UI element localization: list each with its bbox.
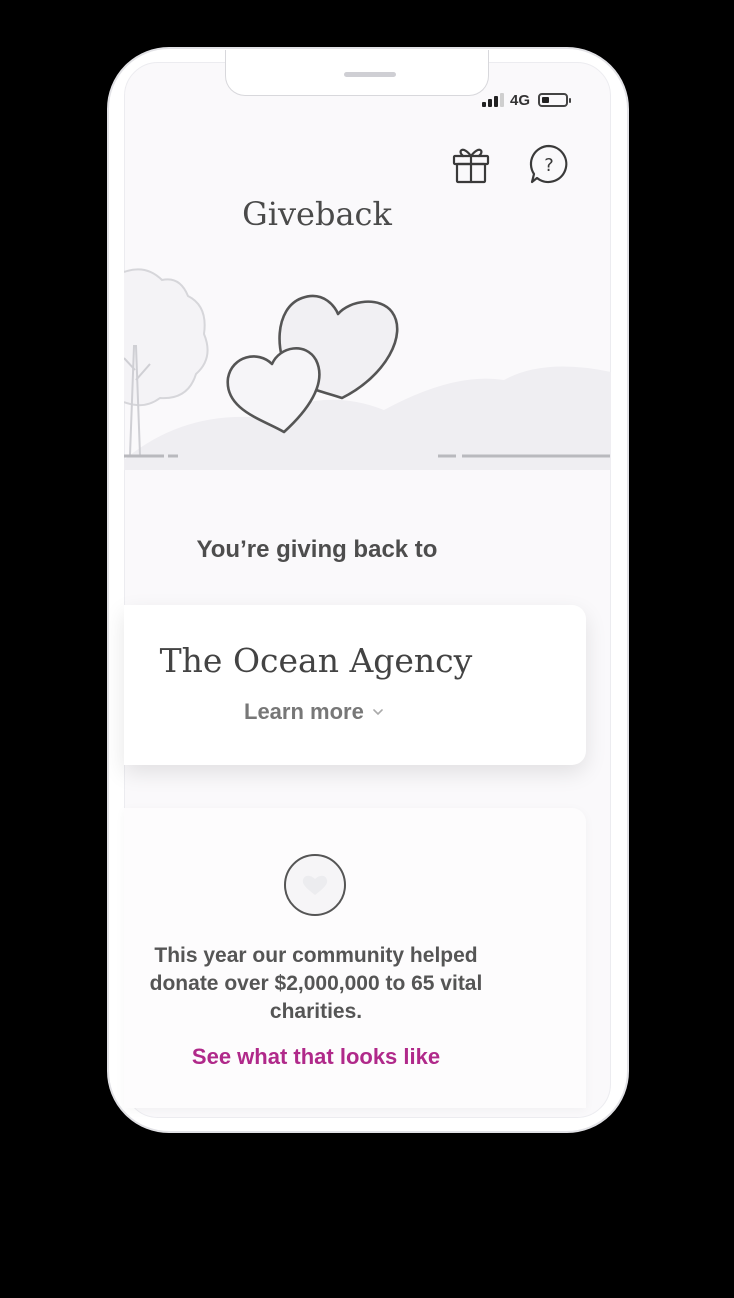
charity-card[interactable]: The Ocean Agency Learn more [124, 605, 586, 765]
heart-icon [284, 854, 346, 916]
phone-speaker [344, 72, 396, 77]
network-label: 4G [510, 91, 531, 109]
help-glyph: ? [544, 155, 554, 176]
charity-name: The Ocean Agency [159, 641, 473, 680]
learn-more-button[interactable]: Learn more [244, 699, 384, 725]
status-bar: 4G [482, 90, 592, 110]
page-title: Giveback [242, 195, 392, 233]
gift-icon[interactable] [450, 142, 492, 184]
tree-and-hearts-illustration [123, 260, 611, 470]
see-impact-link[interactable]: See what that looks like [124, 1044, 508, 1070]
impact-description: This year our community helped donate ov… [149, 944, 483, 1023]
giving-back-label: You’re giving back to [196, 536, 438, 563]
chevron-down-icon [373, 709, 383, 716]
help-question-icon[interactable]: ? [528, 143, 570, 185]
signal-icon [482, 93, 504, 107]
impact-card: This year our community helped donate ov… [124, 808, 586, 1108]
learn-more-label: Learn more [244, 699, 364, 724]
battery-icon [538, 93, 572, 107]
